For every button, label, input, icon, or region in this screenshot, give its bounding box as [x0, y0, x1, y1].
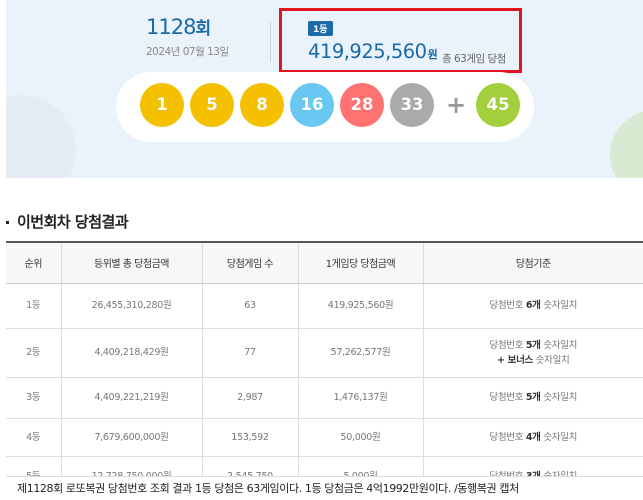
- cell-total-prize: 7,679,600,000원: [61, 418, 203, 457]
- divider: [270, 22, 271, 62]
- cell-winning-games: 2,987: [202, 377, 299, 419]
- winning-ball-5: 28: [340, 83, 384, 127]
- prize-unit: 원: [427, 48, 438, 61]
- criteria-suffix: 숫자일치: [540, 392, 578, 403]
- cell-winning-games: 153,592: [202, 418, 299, 457]
- table-row: 2등 4,409,218,429원 77 57,262,577원 당첨번호 5개…: [6, 328, 643, 378]
- decorative-circle-left: [6, 95, 76, 178]
- cell-prize-per-game: 50,000원: [298, 418, 424, 457]
- draw-result-banner: 1128회 2024년 07월 13일 1등 419,925,560원 총 63…: [6, 0, 643, 178]
- cell-prize-per-game: 1,476,137원: [298, 377, 424, 419]
- criteria-prefix: 당첨번호: [489, 431, 526, 443]
- header-rank: 순위: [6, 242, 62, 284]
- cell-criteria: 당첨번호 4개 숫자일치: [423, 418, 643, 457]
- round-number: 1128: [146, 15, 196, 39]
- winning-games-count: 총 63게임 당첨: [442, 53, 506, 65]
- criteria-suffix: 숫자일치: [540, 431, 578, 443]
- first-prize-badge: 1등: [308, 21, 333, 36]
- winning-numbers: 1 5 8 16 28 33 + 45: [116, 72, 534, 142]
- bonus-ball: 45: [476, 83, 520, 127]
- header-criteria: 당첨기준: [423, 242, 643, 284]
- criteria-prefix: 당첨번호: [489, 300, 526, 311]
- first-prize-amount: 419,925,560원: [308, 40, 438, 63]
- round-suffix: 회: [195, 19, 212, 39]
- prize-results-table: 순위 등위별 총 당첨금액 당첨게임 수 1게임당 당첨금액 당첨기준 1등 2…: [6, 241, 643, 497]
- criteria-bonus-suffix: 숫자일치: [533, 354, 570, 366]
- criteria-prefix: 당첨번호: [489, 392, 526, 403]
- cell-winning-games: 77: [202, 328, 299, 378]
- header-winning-games: 당첨게임 수: [202, 242, 299, 284]
- cell-total-prize: 4,409,221,219원: [61, 377, 203, 419]
- photo-caption: 제1128회 로또복권 당첨번호 조회 결과 1등 당첨은 63게임이다. 1등…: [6, 476, 643, 500]
- winning-ball-4: 16: [290, 83, 334, 127]
- cell-rank: 2등: [6, 328, 62, 378]
- cell-criteria: 당첨번호 5개 숫자일치 + 보너스 숫자일치: [423, 328, 643, 378]
- plus-icon: +: [446, 91, 467, 119]
- criteria-bonus: + 보너스: [497, 354, 533, 366]
- cell-total-prize: 26,455,310,280원: [61, 283, 203, 329]
- winning-ball-3: 8: [240, 83, 284, 127]
- round-info: 1128회 2024년 07월 13일: [146, 14, 256, 59]
- table-row: 1등 26,455,310,280원 63 419,925,560원 당첨번호 …: [6, 283, 643, 329]
- cell-rank: 3등: [6, 377, 62, 419]
- table-row: 4등 7,679,600,000원 153,592 50,000원 당첨번호 4…: [6, 418, 643, 457]
- first-prize-highlight: 1등 419,925,560원 총 63게임 당첨: [279, 8, 522, 73]
- cell-rank: 4등: [6, 418, 62, 457]
- cell-prize-per-game: 419,925,560원: [298, 283, 424, 329]
- cell-criteria: 당첨번호 5개 숫자일치: [423, 377, 643, 419]
- winning-ball-6: 33: [390, 83, 434, 127]
- cell-total-prize: 4,409,218,429원: [61, 328, 203, 378]
- bullet-icon: [6, 221, 9, 224]
- cell-winning-games: 63: [202, 283, 299, 329]
- table-row: 3등 4,409,221,219원 2,987 1,476,137원 당첨번호 …: [6, 377, 643, 419]
- header-prize-per-game: 1게임당 당첨금액: [298, 242, 424, 284]
- criteria-prefix: 당첨번호: [489, 339, 526, 351]
- first-prize-amount-value: 419,925,560: [308, 40, 427, 63]
- criteria-count: 5개: [525, 339, 541, 351]
- criteria-suffix: 숫자일치: [540, 300, 578, 311]
- criteria-count: 5개: [525, 392, 541, 403]
- criteria-count: 6개: [525, 300, 541, 311]
- winning-ball-2: 5: [190, 83, 234, 127]
- criteria-count: 4개: [525, 431, 541, 443]
- draw-date: 2024년 07월 13일: [146, 46, 229, 58]
- criteria-suffix: 숫자일치: [540, 339, 578, 351]
- winning-ball-1: 1: [140, 83, 184, 127]
- section-title-text: 이번회차 당첨결과: [17, 213, 129, 231]
- cell-prize-per-game: 57,262,577원: [298, 328, 424, 378]
- cell-rank: 1등: [6, 283, 62, 329]
- header-total-prize: 등위별 총 당첨금액: [61, 242, 203, 284]
- table-header-row: 순위 등위별 총 당첨금액 당첨게임 수 1게임당 당첨금액 당첨기준: [6, 242, 643, 284]
- cell-criteria: 당첨번호 6개 숫자일치: [423, 283, 643, 329]
- decorative-circle-right: [610, 110, 643, 178]
- section-title: 이번회차 당첨결과: [6, 211, 129, 232]
